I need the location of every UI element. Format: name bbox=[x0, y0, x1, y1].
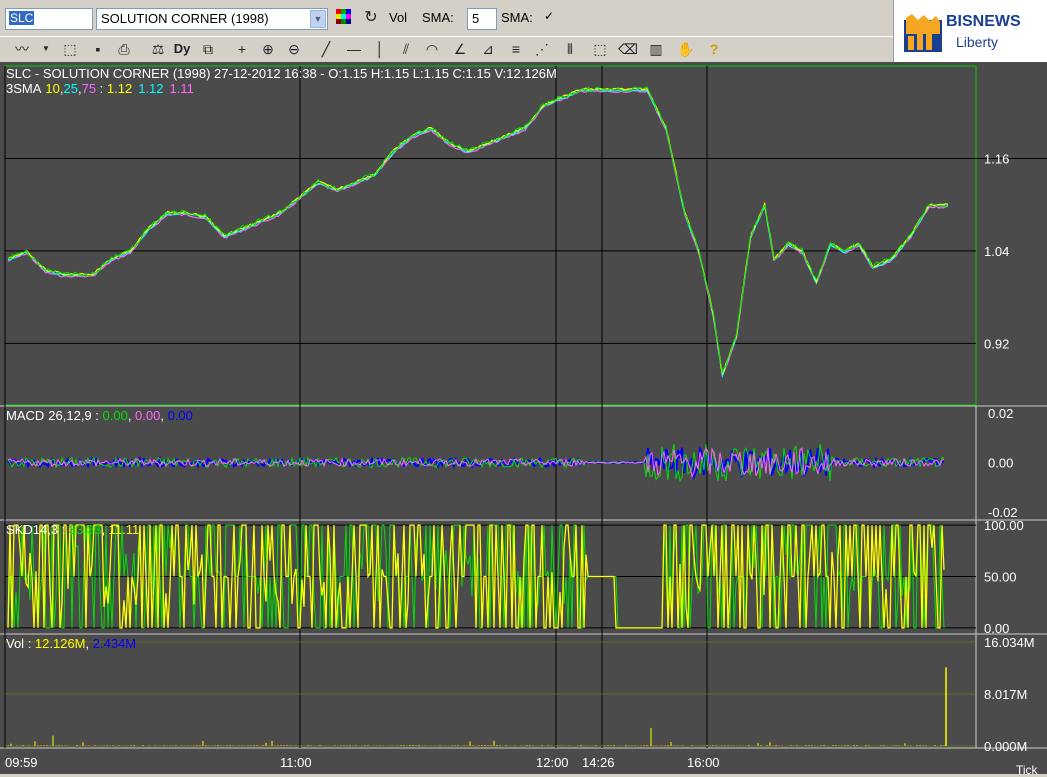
macd-value-2: 0.00 bbox=[135, 408, 160, 423]
bisnews-logo: BISNEWS Liberty bbox=[893, 0, 1047, 62]
vol-panel bbox=[7, 667, 947, 746]
sma-line-10 bbox=[7, 87, 949, 375]
price-panel bbox=[7, 86, 949, 378]
symbol-input[interactable]: SLC bbox=[5, 8, 93, 30]
zoom-in-icon[interactable]: ⊕ bbox=[258, 39, 278, 59]
sma2-checkbox[interactable]: ✓ bbox=[544, 10, 557, 23]
vline-icon[interactable]: │ bbox=[370, 39, 390, 59]
x-tick-label: 14:26 bbox=[582, 755, 615, 770]
skd-title: SKD bbox=[6, 522, 33, 537]
gann-icon[interactable]: ⋰ bbox=[532, 39, 552, 59]
sma-value-2: 1.12 bbox=[138, 81, 163, 96]
cycle-icon[interactable]: ⦀ bbox=[560, 39, 580, 59]
vol-legend: Vol : 12.126M, 2.434M bbox=[6, 636, 136, 651]
sma-period-1: 10 bbox=[45, 81, 59, 96]
chart-svg[interactable]: 09:59 11:00 12:00 14:26 16:00 1.16 1.04 0.92 0.0… bbox=[0, 62, 1047, 777]
crosshair-icon[interactable]: + bbox=[232, 39, 252, 59]
logo-mark-icon bbox=[904, 14, 942, 52]
chevron-down-icon[interactable]: ▼ bbox=[310, 10, 326, 28]
stock-name-value: SOLUTION CORNER (1998) bbox=[101, 11, 269, 26]
macd-legend: MACD 26,12,9 : 0.00, 0.00, 0.00 bbox=[6, 408, 193, 423]
sma-value-3: 1.11 bbox=[170, 81, 194, 96]
logo-brand: BISNEWS bbox=[946, 13, 1021, 30]
price-panel-frame bbox=[4, 65, 977, 406]
macd-title: MACD bbox=[6, 408, 44, 423]
sma-period-input[interactable]: 5 bbox=[467, 8, 497, 30]
dy-icon[interactable]: Dy bbox=[172, 39, 192, 59]
sma-line-25 bbox=[7, 88, 949, 378]
hline-icon[interactable]: ― bbox=[344, 39, 364, 59]
export-icon[interactable]: ⬚ bbox=[60, 39, 80, 59]
delete-icon[interactable]: ⌫ bbox=[618, 39, 638, 59]
sma-legend: 3SMA 10,25,75 : 1.12 1.12 1.11 bbox=[6, 81, 194, 96]
vol-value-1: 12.126M bbox=[35, 636, 86, 651]
symbol-value: SLC bbox=[9, 11, 35, 25]
x-tick-label: 11:00 bbox=[280, 755, 312, 770]
skd-legend: SKD14,3 : 33.33, 11.11 bbox=[6, 522, 139, 537]
vol-title: Vol bbox=[6, 636, 24, 651]
trendline-icon[interactable]: ╱ bbox=[316, 39, 336, 59]
skd-tick-label: 0.00 bbox=[984, 621, 1009, 636]
skd-tick-label: 100.00 bbox=[984, 518, 1024, 533]
macd-tick-label: 0.00 bbox=[988, 456, 1013, 471]
vol-tick-label: 8.017M bbox=[984, 687, 1027, 702]
drawing-toolbar: 〰 ▼ ⬚ ▪ ⎙ ⚖ Dy ⧉ + ⊕ ⊖ ╱ ― │ ⫽ ◠ ∠ ⊿ ≡ ⋰… bbox=[0, 36, 893, 63]
fibonacci-icon[interactable]: ≡ bbox=[506, 39, 526, 59]
zoom-out-icon[interactable]: ⊖ bbox=[284, 39, 304, 59]
resize-icon[interactable]: ⧉ bbox=[198, 39, 218, 59]
vol-tick-label: 16.034M bbox=[984, 635, 1035, 650]
sma-sep: : bbox=[96, 81, 107, 96]
macd-tick-label: 0.02 bbox=[988, 406, 1013, 421]
stock-name-select[interactable]: SOLUTION CORNER (1998) ▼ bbox=[96, 8, 328, 30]
indicator-icon[interactable]: ⚖ bbox=[148, 39, 168, 59]
macd-params: 26,12,9 bbox=[48, 408, 91, 423]
macd-value-1: 0.00 bbox=[103, 408, 128, 423]
sma2-label: SMA: bbox=[501, 10, 533, 25]
refresh-icon[interactable]: ↻ bbox=[361, 8, 381, 28]
vol-label[interactable]: Vol bbox=[389, 10, 407, 25]
select-icon[interactable]: ⬚ bbox=[590, 39, 610, 59]
dy-label: Dy bbox=[173, 41, 191, 56]
help-icon[interactable]: ? bbox=[704, 39, 724, 59]
sma-period-2: 25 bbox=[64, 81, 78, 96]
macd-panel bbox=[7, 443, 945, 483]
skd-tick-label: 50.00 bbox=[984, 570, 1017, 585]
skd-value-1: 33.33 bbox=[69, 522, 102, 537]
save-icon[interactable]: ▪ bbox=[88, 39, 108, 59]
x-tick-label: 09:59 bbox=[5, 755, 38, 770]
logo-sub: Liberty bbox=[956, 34, 999, 50]
dropdown-icon[interactable]: ▼ bbox=[36, 39, 56, 59]
sma-period-value: 5 bbox=[472, 11, 480, 26]
hand-icon[interactable]: ✋ bbox=[676, 39, 696, 59]
price-tick-label: 1.16 bbox=[984, 151, 1009, 166]
sma-label: SMA: bbox=[422, 10, 454, 25]
fan2-icon[interactable]: ⊿ bbox=[478, 39, 498, 59]
price-tick-label: 0.92 bbox=[984, 336, 1009, 351]
x-tick-label: 12:00 bbox=[536, 755, 569, 770]
channel-icon[interactable]: ⫽ bbox=[396, 39, 416, 59]
arc-icon[interactable]: ◠ bbox=[422, 39, 442, 59]
fan-icon[interactable]: ∠ bbox=[450, 39, 470, 59]
macd-value-3: 0.00 bbox=[168, 408, 193, 423]
checkmark-icon: ✓ bbox=[544, 9, 555, 23]
color-palette-icon[interactable] bbox=[334, 8, 354, 28]
x-tick-label: 16:00 bbox=[687, 755, 720, 770]
price-tick-label: 1.04 bbox=[984, 244, 1009, 259]
vol-value-2: 2.434M bbox=[93, 636, 136, 651]
sma-legend-label: 3SMA bbox=[6, 81, 42, 96]
vol-tick-label: 0.000M bbox=[984, 739, 1027, 754]
x-unit-label: Tick bbox=[1016, 763, 1039, 774]
sma-period-3: 75 bbox=[82, 81, 96, 96]
sma-value-1: 1.12 bbox=[107, 81, 132, 96]
skd-params: 14,3 bbox=[33, 522, 58, 537]
chart-header-title: SLC - SOLUTION CORNER (1998) 27-12-2012 … bbox=[6, 66, 557, 81]
chart-area[interactable]: 09:59 11:00 12:00 14:26 16:00 1.16 1.04 0.92 0.0… bbox=[0, 62, 1047, 777]
sma-line-75 bbox=[7, 89, 949, 378]
main-toolbar: SLC SOLUTION CORNER (1998) ▼ ↻ Vol SMA: … bbox=[0, 0, 893, 36]
delete-all-icon[interactable]: ▥ bbox=[646, 39, 666, 59]
print-icon[interactable]: ⎙ bbox=[114, 39, 134, 59]
skd-value-2: 11.11 bbox=[109, 522, 140, 537]
line-chart-icon[interactable]: 〰 bbox=[12, 39, 32, 59]
